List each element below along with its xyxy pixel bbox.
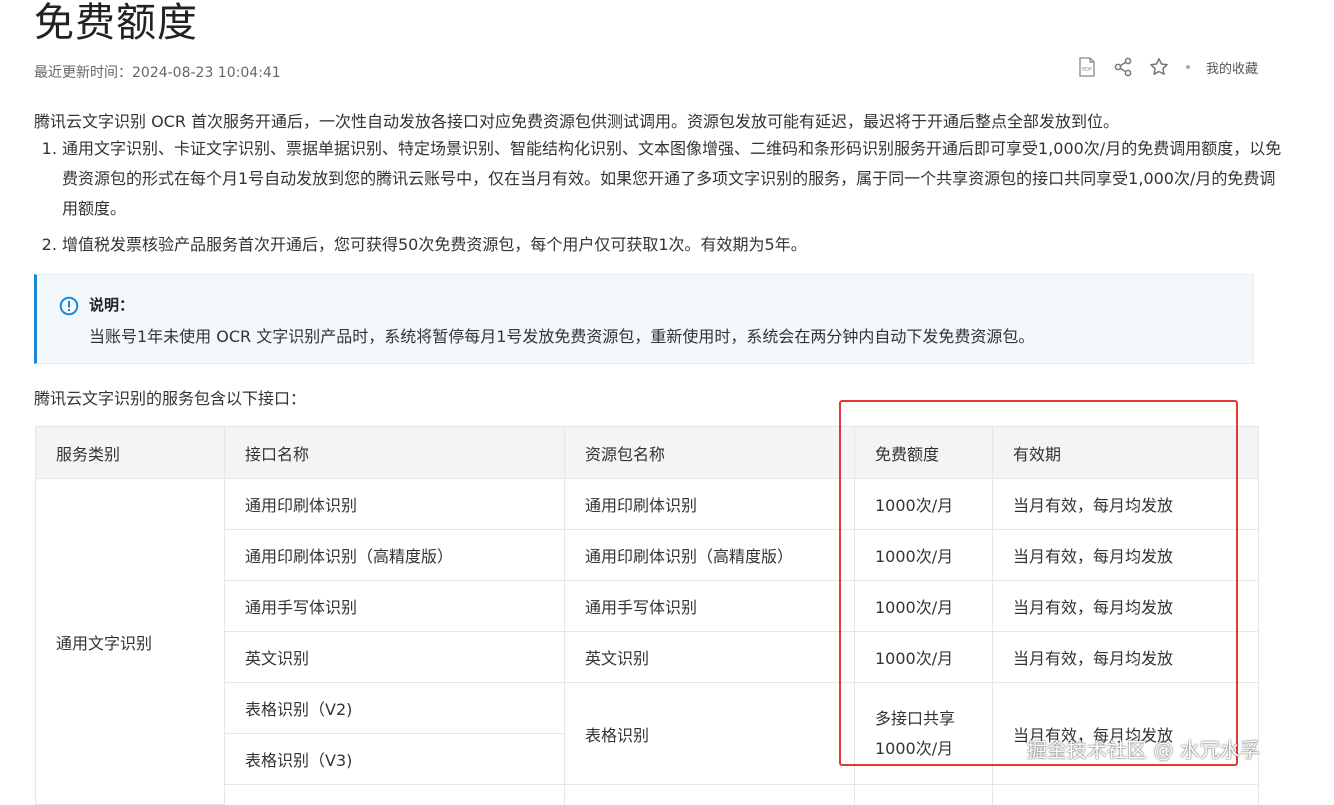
table-row: 通用文字识别 通用印刷体识别 通用印刷体识别 1000次/月 当月有效，每月均发… <box>35 478 1259 805</box>
api-cell: 通用印刷体识别 <box>224 478 565 530</box>
package-cell: 通用手写体识别 <box>564 580 855 632</box>
category-cell: 通用文字识别 <box>35 478 225 805</box>
api-cell: 英文识别 <box>224 631 565 683</box>
package-cell: 通用印刷体识别（高精度版） <box>564 529 855 581</box>
quota-shared-label: 多接口共享 <box>875 708 956 728</box>
table-header-row: 服务类别 接口名称 资源包名称 免费额度 有效期 <box>35 426 1259 479</box>
api-cell: 通用印刷体识别（高精度版） <box>224 529 565 581</box>
watermark: 掘金技术社区 @ 水冗水孚 <box>1027 738 1260 762</box>
share-icon[interactable] <box>1112 56 1134 78</box>
separator-dot <box>1185 65 1190 69</box>
package-cell: 表格识别 <box>564 682 855 785</box>
validity-cell: 当月有效，每月均发放 <box>992 631 1259 683</box>
api-cell: 通用手写体识别 <box>224 580 565 632</box>
quota-shared-value: 1000次/月 <box>875 738 954 758</box>
intro-paragraph: 腾讯云文字识别 OCR 首次服务开通后，一次性自动发放各接口对应免费资源包供测试… <box>34 112 1120 131</box>
header-api: 接口名称 <box>224 426 565 479</box>
table-caption: 腾讯云文字识别的服务包含以下接口： <box>34 389 307 408</box>
header-category: 服务类别 <box>35 426 225 479</box>
package-cell: 英文识别 <box>564 631 855 683</box>
api-cell <box>224 784 565 805</box>
validity-cell <box>992 784 1259 805</box>
quota-cell: 1000次/月 <box>854 529 993 581</box>
last-updated: 最近更新时间：2024-08-23 10:04:41 <box>34 65 281 81</box>
quota-cell <box>854 784 993 805</box>
list-item: 通用文字识别、卡证文字识别、票据单据识别、特定场景识别、智能结构化识别、文本图像… <box>62 134 1282 224</box>
package-cell <box>564 784 855 805</box>
info-icon <box>59 296 79 316</box>
api-cell: 表格识别（V3) <box>224 733 565 785</box>
quota-list: 通用文字识别、卡证文字识别、票据单据识别、特定场景识别、智能结构化识别、文本图像… <box>34 134 1282 260</box>
note-title: 说明： <box>89 296 135 314</box>
my-favorites-link[interactable]: 我的收藏 <box>1206 58 1258 77</box>
note-body: 当账号1年未使用 OCR 文字识别产品时，系统将暂停每月1号发放免费资源包，重新… <box>89 327 1035 346</box>
header-validity: 有效期 <box>992 426 1259 479</box>
quota-cell: 1000次/月 <box>854 478 993 530</box>
api-cell: 表格识别（V2) <box>224 682 565 734</box>
list-item: 增值税发票核验产品服务首次开通后，您可获得50次免费资源包，每个用户仅可获取1次… <box>62 230 1282 260</box>
note-box: 说明： 当账号1年未使用 OCR 文字识别产品时，系统将暂停每月1号发放免费资源… <box>34 274 1254 364</box>
package-cell: 通用印刷体识别 <box>564 478 855 530</box>
header-quota: 免费额度 <box>854 426 993 479</box>
quota-cell: 1000次/月 <box>854 631 993 683</box>
doc-page: 免费额度 最近更新时间：2024-08-23 10:04:41 PDF 我的收藏… <box>0 0 1334 805</box>
page-title: 免费额度 <box>34 0 198 46</box>
validity-cell: 当月有效，每月均发放 <box>992 478 1259 530</box>
pdf-icon[interactable]: PDF <box>1076 56 1098 78</box>
validity-cell: 当月有效，每月均发放 <box>992 580 1259 632</box>
header-package: 资源包名称 <box>564 426 855 479</box>
quota-cell-shared: 多接口共享 1000次/月 <box>854 682 993 785</box>
validity-cell: 当月有效，每月均发放 <box>992 529 1259 581</box>
doc-toolbar: PDF 我的收藏 <box>1076 56 1258 78</box>
star-icon[interactable] <box>1148 56 1170 78</box>
quota-cell: 1000次/月 <box>854 580 993 632</box>
svg-text:PDF: PDF <box>1082 67 1092 73</box>
